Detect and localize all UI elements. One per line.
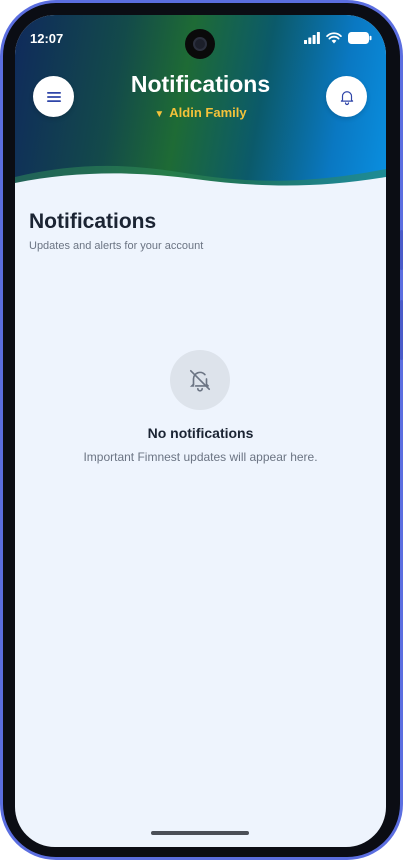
status-bar: 12:07 [15, 15, 386, 59]
front-camera [185, 29, 215, 59]
notifications-button[interactable] [326, 76, 367, 117]
signal-icon [304, 32, 320, 44]
phone-frame: 12:07 Notifications ▼ Aldin Family Notif… [0, 0, 403, 860]
bell-icon [340, 90, 353, 105]
empty-state-title: No notifications [147, 425, 254, 441]
status-time: 12:07 [30, 31, 64, 46]
battery-icon [348, 32, 372, 44]
status-icons [304, 31, 372, 45]
page-title: Notifications [29, 210, 157, 233]
header-wave [15, 165, 386, 195]
page-subtitle: Updates and alerts for your account [29, 240, 204, 252]
dropdown-triangle-icon: ▼ [154, 109, 165, 120]
bell-off-icon [189, 369, 211, 392]
family-name: Aldin Family [169, 105, 247, 120]
empty-state-description: Important Fimnest updates will appear he… [83, 450, 318, 464]
wifi-icon [326, 32, 342, 44]
home-indicator[interactable] [151, 831, 249, 835]
empty-state-icon-container [170, 350, 230, 410]
app-screen: 12:07 Notifications ▼ Aldin Family Notif… [15, 15, 386, 847]
